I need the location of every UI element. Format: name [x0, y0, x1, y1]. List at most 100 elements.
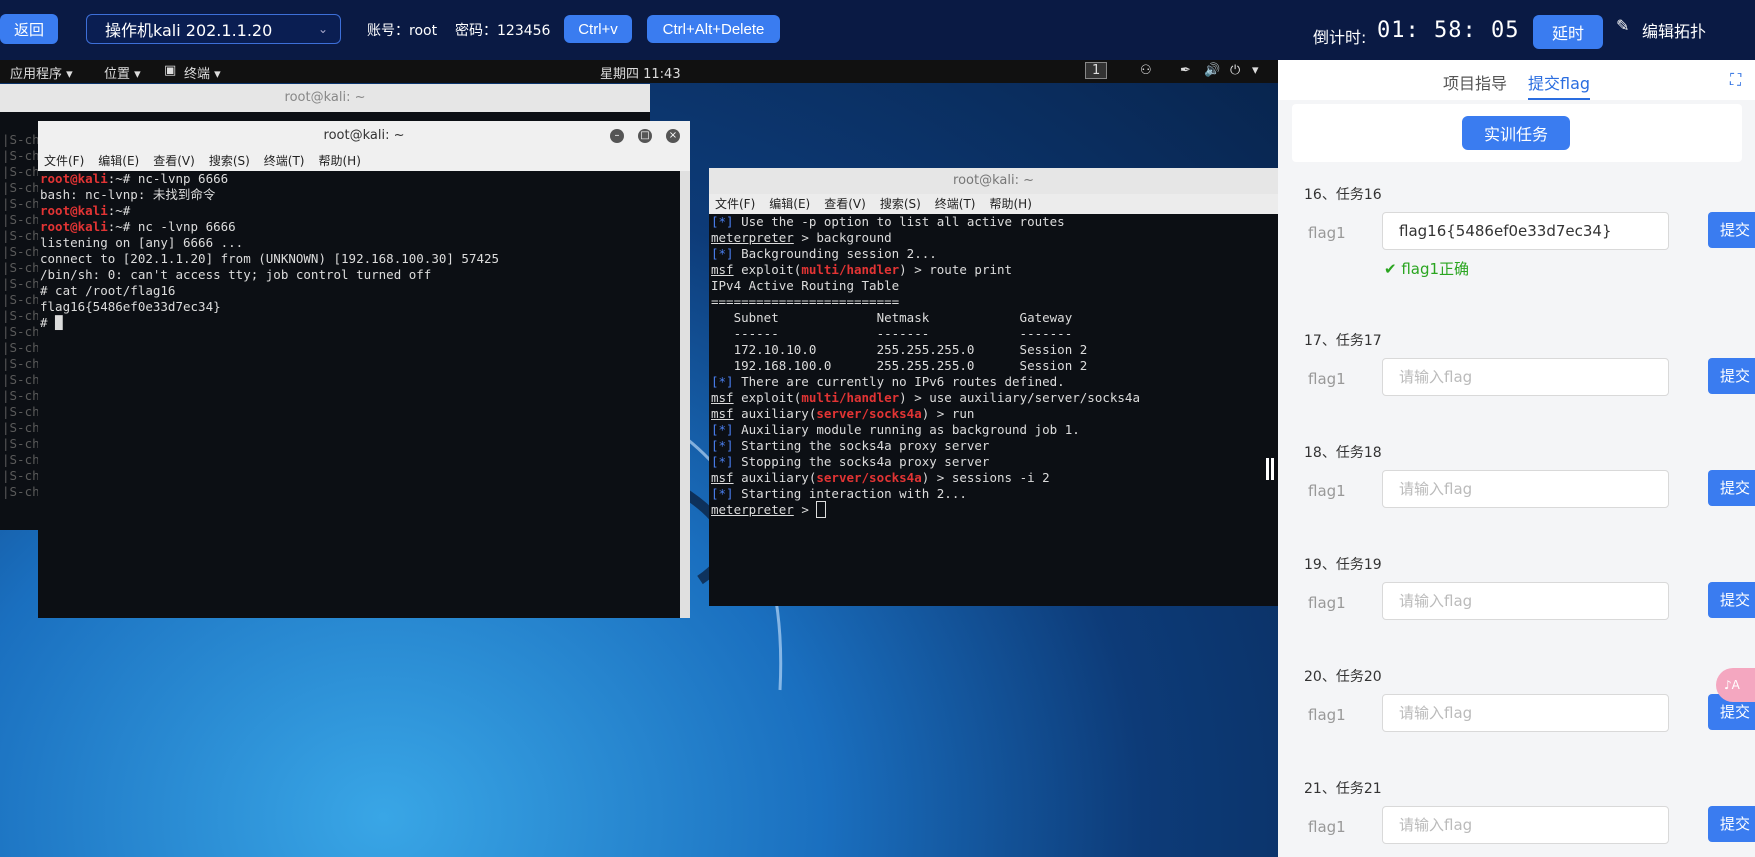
machine-select[interactable]: 操作机kali 202.1.1.20 ⌄	[86, 14, 341, 44]
line-text: # █	[40, 315, 63, 330]
tab-guide[interactable]: 项目指导	[1443, 70, 1507, 94]
terminal-line: msf auxiliary(server/socks4a) > run	[711, 406, 975, 421]
close-icon[interactable]: ×	[666, 129, 680, 143]
line-text: bash: nc-lvnp: 未找到命令	[40, 187, 216, 202]
line-text: :~#	[107, 203, 131, 218]
flag-input[interactable]: 请输入flag	[1382, 470, 1669, 508]
edit-topology-button[interactable]: 编辑拓扑	[1642, 18, 1706, 42]
terminal-output[interactable]: root@kali:~# nc-lvnp 6666 bash: nc-lvnp: …	[38, 171, 680, 618]
flag-input[interactable]: 请输入flag	[1382, 806, 1669, 844]
menu-item[interactable]: 帮助(H)	[990, 197, 1032, 211]
submit-button[interactable]: 提交	[1708, 582, 1755, 618]
menu-item[interactable]: 终端(T)	[264, 154, 305, 168]
terminal-line: # cat /root/flag16	[40, 283, 680, 299]
flag-panel: 项目指导 提交flag ⛶ 实训任务 16、任务16 flag1 flag16{54…	[1278, 60, 1755, 857]
terminal-menu[interactable]: 终端 ▾	[184, 63, 221, 82]
scrollbar[interactable]	[680, 171, 690, 618]
chevron-down-icon[interactable]: ▾	[1252, 63, 1259, 78]
flag-status: ✔ flag1正确	[1384, 258, 1469, 279]
flag-input[interactable]: flag16{5486ef0e33d7ec34}	[1382, 212, 1669, 250]
terminal-line: [*] Stopping the socks4a proxy server	[711, 454, 990, 469]
flag-input[interactable]: 请输入flag	[1382, 582, 1669, 620]
check-circle-icon: ✔	[1384, 260, 1402, 278]
window-title: root@kali: ~	[38, 121, 690, 151]
countdown-label: 倒计时:	[1313, 28, 1367, 47]
window-menubar: 文件(F) 编辑(E) 查看(V) 搜索(S) 终端(T) 帮助(H)	[38, 151, 690, 171]
terminal-line: [*] Backgrounding session 2...	[711, 246, 937, 261]
menu-item[interactable]: 搜索(S)	[209, 154, 250, 168]
assistant-bubble[interactable]: ♪A	[1716, 668, 1755, 702]
edit-icon: ✎	[1616, 16, 1630, 35]
terminal-line: [*] Starting interaction with 2...	[711, 486, 967, 501]
resize-handle[interactable]	[1266, 458, 1274, 480]
task-label: 17、任务17	[1304, 333, 1382, 349]
terminal-line: [*] Starting the socks4a proxy server	[711, 438, 990, 453]
maximize-icon[interactable]: □	[638, 129, 652, 143]
kali-top-panel: 应用程序 ▾ 位置 ▾ ▣ 终端 ▾ 星期四 11:43 1 ⚇ ✒ 🔊 ⏻ ▾	[0, 60, 1278, 83]
menu-item[interactable]: 搜索(S)	[880, 197, 921, 211]
pen-icon[interactable]: ✒	[1180, 63, 1191, 78]
flag-input[interactable]: 请输入flag	[1382, 358, 1669, 396]
volume-icon[interactable]: 🔊	[1204, 63, 1220, 78]
menu-item[interactable]: 文件(F)	[44, 154, 84, 168]
top-bar: 返回 操作机kali 202.1.1.20 ⌄ 账号：root 密码：12345…	[0, 0, 1755, 60]
submit-button[interactable]: 提交	[1708, 806, 1755, 842]
terminal-line: [*] There are currently no IPv6 routes d…	[711, 374, 1065, 389]
task-label: 16、任务16	[1304, 187, 1382, 203]
window-menubar: 文件(F) 编辑(E) 查看(V) 搜索(S) 终端(T) 帮助(H)	[709, 194, 1278, 214]
account-label: 账号：root	[367, 23, 438, 39]
prompt-user: root@kali	[40, 219, 108, 234]
task-item: 18、任务18 flag1 请输入flag 提交	[1278, 430, 1755, 534]
menu-item[interactable]: 编辑(E)	[98, 154, 139, 168]
terminal-line: 192.168.100.0 255.255.255.0 Session 2	[711, 358, 1088, 373]
task-label: 20、任务20	[1304, 669, 1382, 685]
terminal-line: bash: nc-lvnp: 未找到命令	[40, 187, 680, 203]
terminal-line: 172.10.10.0 255.255.255.0 Session 2	[711, 342, 1088, 357]
terminal-line: =========================	[711, 294, 900, 309]
menu-item[interactable]: 终端(T)	[935, 197, 976, 211]
menu-item[interactable]: 查看(V)	[153, 154, 195, 168]
menu-item[interactable]: 帮助(H)	[319, 154, 361, 168]
submit-button[interactable]: 提交	[1708, 470, 1755, 506]
task-item: 20、任务20 flag1 请输入flag 提交	[1278, 654, 1755, 758]
terminal-line: connect to [202.1.1.20] from (UNKNOWN) […	[40, 251, 680, 267]
remote-desktop[interactable]: 应用程序 ▾ 位置 ▾ ▣ 终端 ▾ 星期四 11:43 1 ⚇ ✒ 🔊 ⏻ ▾…	[0, 60, 1278, 857]
minimize-icon[interactable]: –	[610, 129, 624, 143]
submit-button[interactable]: 提交	[1708, 358, 1755, 394]
line-text: # cat /root/flag16	[40, 283, 176, 298]
terminal-line: [*] Auxiliary module running as backgrou…	[711, 422, 1080, 437]
menu-item[interactable]: 查看(V)	[824, 197, 866, 211]
submit-button[interactable]: 提交	[1708, 212, 1755, 248]
prompt-user: root@kali	[40, 171, 108, 186]
task-item: 19、任务19 flag1 请输入flag 提交	[1278, 542, 1755, 646]
task-label: 21、任务21	[1304, 781, 1382, 797]
tab-submit-flag[interactable]: 提交flag	[1528, 70, 1591, 100]
extend-time-button[interactable]: 延时	[1533, 15, 1603, 49]
ctrl-v-button[interactable]: Ctrl+v	[564, 15, 632, 43]
clock[interactable]: 星期四 11:43	[600, 63, 681, 82]
task-label: 19、任务19	[1304, 557, 1382, 573]
applications-menu[interactable]: 应用程序 ▾	[10, 63, 73, 82]
terminal-output[interactable]: [*] Use the -p option to list all active…	[709, 214, 1278, 606]
line-text: :~# nc-lvnp 6666	[107, 171, 229, 186]
back-button[interactable]: 返回	[0, 14, 58, 44]
terminal-window-front[interactable]: root@kali: ~ – □ × 文件(F) 编辑(E) 查看(V) 搜索(S) 终…	[38, 121, 690, 618]
terminal-line: root@kali:~#	[40, 203, 680, 219]
places-menu[interactable]: 位置 ▾	[104, 63, 141, 82]
workspace-indicator[interactable]: 1	[1085, 62, 1108, 79]
terminal-line: flag16{5486ef0e33d7ec34}	[40, 299, 680, 315]
ctrl-alt-delete-button[interactable]: Ctrl+Alt+Delete	[647, 15, 780, 43]
flag-input[interactable]: 请输入flag	[1382, 694, 1669, 732]
task-item: 17、任务17 flag1 请输入flag 提交	[1278, 318, 1755, 422]
line-text: listening on [any] 6666 ...	[40, 235, 244, 250]
expand-icon[interactable]: ⛶	[1730, 70, 1741, 90]
terminal-window-right[interactable]: root@kali: ~ 文件(F) 编辑(E) 查看(V) 搜索(S) 终端(T) 帮助…	[709, 168, 1278, 606]
menu-item[interactable]: 编辑(E)	[769, 197, 810, 211]
menu-item[interactable]: 文件(F)	[715, 197, 755, 211]
countdown-timer: 01: 58: 05	[1377, 18, 1520, 43]
training-task-button[interactable]: 实训任务	[1462, 116, 1570, 150]
prompt-user: root@kali	[40, 203, 108, 218]
network-icon[interactable]: ⚇	[1140, 63, 1152, 78]
terminal-line: msf exploit(multi/handler) > use auxilia…	[711, 390, 1140, 405]
power-icon[interactable]: ⏻	[1230, 63, 1240, 78]
